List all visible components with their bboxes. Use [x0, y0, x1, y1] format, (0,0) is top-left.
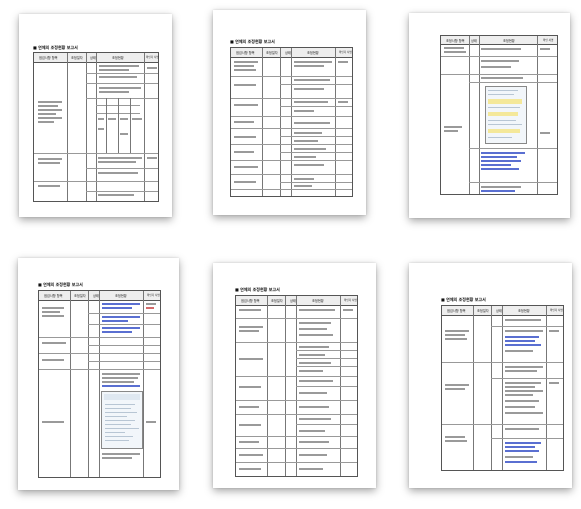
- table-header: 조정사항 항목 상태 조정현황 확인 서명: [441, 36, 557, 45]
- report-table: 점검사항 항목 조정일자 상태 조정현황 확인자 서명: [441, 305, 564, 471]
- header-note: 확인자 서명: [550, 309, 563, 312]
- header-item: 점검사항 항목: [241, 299, 260, 303]
- screenshot-image: [101, 391, 143, 449]
- report-table: 조정사항 항목 상태 조정현황 확인 서명: [440, 35, 558, 195]
- document-page-2[interactable]: ■ 연체의 조정현황 보고서 점검사항 항목 조정일자 상태 조정현황 확인자 …: [213, 10, 366, 215]
- report-table: 점검사항 항목 조정일자 상태 조정현황 확인자 서명: [230, 47, 353, 197]
- report-table: 점검사항 항목 조정일자 상태 조정현황 확인자 서명: [235, 295, 358, 477]
- screenshot-image: [485, 86, 527, 144]
- page-title: ■ 연체의 조정현황 보고서: [235, 287, 280, 292]
- header-status: 상태: [93, 294, 99, 298]
- header-item: 점검사항 항목: [44, 294, 63, 298]
- header-note: 확인자 서명: [147, 294, 160, 297]
- document-page-4[interactable]: ■ 연체의 조정현황 보고서 점검사항 항목 조정일자 상태 조정현황 확인자 …: [18, 258, 179, 490]
- header-detail: 조정현황: [112, 56, 124, 60]
- header-status: 상태: [471, 39, 477, 43]
- page-title: ■ 연체의 조정현황 보고서: [38, 282, 83, 287]
- header-item: 조정사항 항목: [446, 39, 465, 43]
- header-detail: 조정현황: [312, 299, 324, 303]
- header-note: 확인자 서명: [146, 56, 159, 59]
- header-item: 점검사항 항목: [236, 51, 255, 55]
- header-status: 상태: [285, 51, 291, 55]
- header-note: 확인자 서명: [344, 299, 357, 302]
- header-item: 점검사항 항목: [39, 56, 58, 60]
- document-page-5[interactable]: ■ 연체의 조정현황 보고서 점검사항 항목 조정일자 상태 조정현황 확인자 …: [213, 263, 376, 488]
- header-date: 조정일자: [266, 51, 278, 55]
- header-status: 상태: [90, 56, 96, 60]
- header-detail: 조정현황: [518, 309, 530, 313]
- page-title: ■ 연체의 조정현황 보고서: [33, 45, 78, 50]
- header-detail: 조정현황: [503, 39, 515, 43]
- header-date: 조정일자: [271, 299, 283, 303]
- header-item: 점검사항 항목: [447, 309, 466, 313]
- page-title: ■ 연체의 조정현황 보고서: [230, 39, 275, 44]
- report-table: 점검사항 항목 조정일자 상태 조정현황 확인자 서명: [33, 52, 159, 202]
- page-title: ■ 연체의 조정현황 보고서: [441, 297, 486, 302]
- header-note: 확인 서명: [543, 39, 554, 42]
- document-page-3[interactable]: 조정사항 항목 상태 조정현황 확인 서명: [409, 13, 570, 218]
- header-status: 상태: [290, 299, 296, 303]
- header-date: 조정일자: [74, 294, 86, 298]
- header-status: 상태: [496, 309, 502, 313]
- header-detail: 조정현황: [115, 294, 127, 298]
- report-table: 점검사항 항목 조정일자 상태 조정현황 확인자 서명: [38, 290, 161, 478]
- header-detail: 조정현황: [307, 51, 319, 55]
- header-date: 조정일자: [71, 56, 83, 60]
- document-page-1[interactable]: ■ 연체의 조정현황 보고서 점검사항 항목 조정일자 상태 조정현황 확인자 …: [19, 14, 172, 217]
- document-page-6[interactable]: ■ 연체의 조정현황 보고서 점검사항 항목 조정일자 상태 조정현황 확인자 …: [409, 263, 572, 488]
- header-note: 확인자 서명: [339, 51, 352, 54]
- header-date: 조정일자: [477, 309, 489, 313]
